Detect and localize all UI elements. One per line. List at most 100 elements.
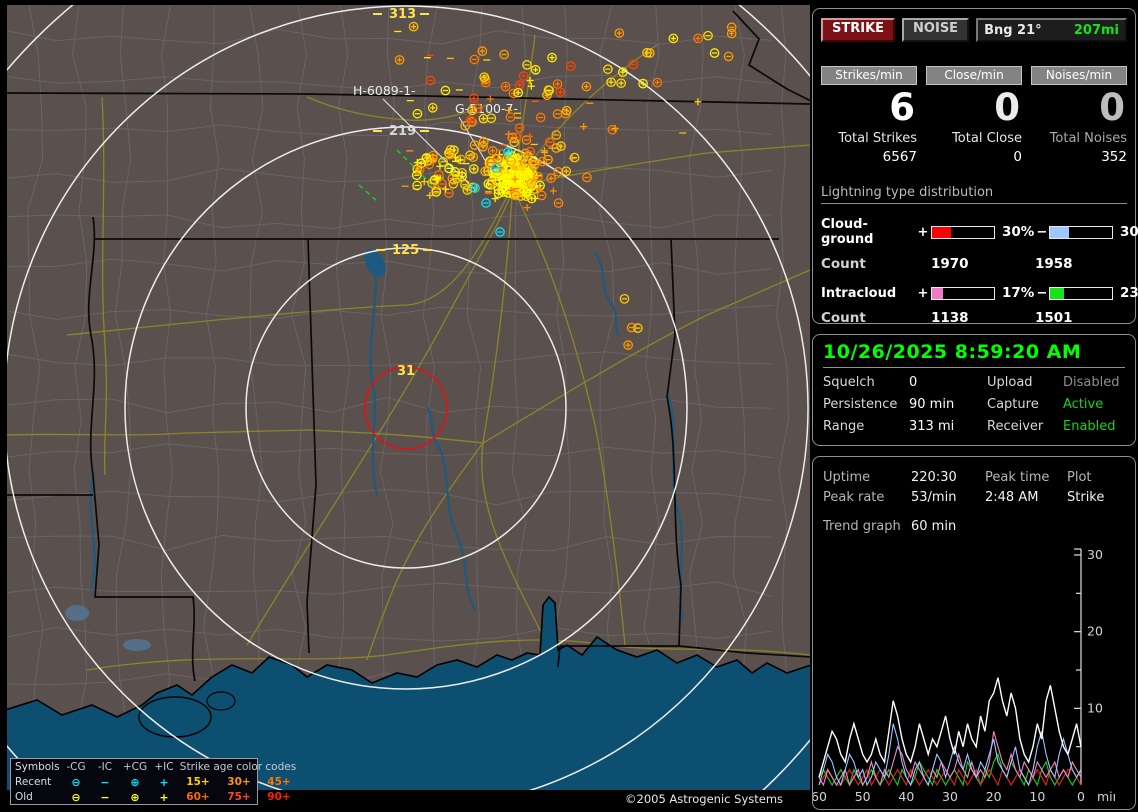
nexstorm-app: { "header": { "strike_label": "STRIKE", … <box>0 0 1138 812</box>
close-per-min-value: 0 <box>994 86 1020 129</box>
svg-text:125: 125 <box>392 243 419 258</box>
x-tick-label: 40 <box>898 789 914 804</box>
count-label: Count <box>821 310 866 326</box>
age-code: 60+ <box>186 791 210 803</box>
squelch-label: Squelch <box>823 375 875 390</box>
ic-neg-count: 1501 <box>1035 310 1073 326</box>
noise-button[interactable]: NOISE <box>902 18 970 42</box>
strikes-per-min-value: 6 <box>889 86 915 129</box>
map-canvas: 31321912531H-6089-1-G-5100-7- <box>0 0 930 812</box>
bearing-readout: Bng 21° 207mi <box>976 18 1127 42</box>
svg-text:219: 219 <box>389 124 416 139</box>
minus-sign: − <box>1036 224 1048 240</box>
session-row-1: Uptime 220:30 Peak time Plot <box>823 470 1125 485</box>
svg-text:H-6089-1-: H-6089-1- <box>353 83 416 98</box>
plus-sign: + <box>917 224 929 240</box>
peak-time-label: Peak time <box>985 470 1050 485</box>
intracloud-label: Intracloud <box>821 285 897 301</box>
range-label: Range <box>823 419 865 434</box>
plus-sign: + <box>917 285 929 301</box>
strike-symbol-glyph: + <box>159 791 169 804</box>
age-code: 75+ <box>227 791 251 803</box>
upload-label: Upload <box>987 375 1033 390</box>
strike-symbol-glyph: ⊖ <box>71 791 81 804</box>
uptime-value: 220:30 <box>911 470 957 485</box>
ic-neg-bar <box>1049 286 1113 300</box>
age-code: 15+ <box>186 776 210 788</box>
trend-panel: Uptime 220:30 Peak time Plot Peak rate 5… <box>812 456 1136 810</box>
legend-header-row: Symbols -CG -IC +CG +IC Strike age color… <box>15 760 296 775</box>
cg-neg-pct: 30% <box>1120 224 1138 240</box>
x-tick-label: 60 <box>813 789 827 804</box>
y-tick-label: 20 <box>1087 624 1103 639</box>
status-row-1: Squelch 0 Upload Disabled <box>823 375 1125 390</box>
count-label: Count <box>821 256 866 272</box>
session-row-2: Peak rate 53/min 2:48 AM Strike <box>823 490 1125 505</box>
distribution-title: Lightning type distribution <box>821 185 1127 204</box>
legend-col-ic-pos: +IC <box>154 761 174 773</box>
x-tick-label: 30 <box>942 789 958 804</box>
capture-label: Capture <box>987 397 1039 412</box>
peak-rate-value: 53/min <box>911 490 957 505</box>
cg-pos-bar <box>931 225 995 239</box>
x-tick-label: 10 <box>1029 789 1045 804</box>
trend-graph-label: Trend graph <box>823 519 901 534</box>
status-row-2: Persistence 90 min Capture Active <box>823 397 1125 412</box>
cloud-ground-row: Cloud-ground + 30% − 30% <box>821 217 1138 247</box>
trend-window-value: 60 min <box>911 519 957 534</box>
strike-button[interactable]: STRIKE <box>821 18 896 42</box>
trend-graph: 10 20 30 60 50 40 30 20 10 0 min <box>813 547 1115 804</box>
rate-counters: Strikes/min 6 Total Strikes 6567 Close/m… <box>821 66 1127 165</box>
receiver-label: Receiver <box>987 419 1044 434</box>
upload-value: Disabled <box>1063 375 1120 390</box>
y-axis <box>1074 548 1082 785</box>
mode-button-row: STRIKE NOISE Bng 21° 207mi <box>821 18 1127 42</box>
legend-symbols-title: Symbols <box>15 761 60 773</box>
legend-col-ic-neg: -IC <box>97 761 113 773</box>
strike-symbol-glyph: ⊖ <box>71 776 81 789</box>
strikes-counter-column: Strikes/min 6 Total Strikes 6567 <box>821 66 917 165</box>
peak-time-value: 2:48 AM <box>985 490 1039 505</box>
strike-symbol-glyph: ⊕ <box>130 776 140 789</box>
age-code: 45+ <box>267 776 291 788</box>
map-legend: Symbols -CG -IC +CG +IC Strike age color… <box>10 758 296 805</box>
svg-text:313: 313 <box>389 7 416 22</box>
x-tick-label: 50 <box>855 789 871 804</box>
total-noises-label: Total Noises <box>1049 131 1127 146</box>
uptime-label: Uptime <box>823 470 871 485</box>
strike-symbol-glyph: ⊕ <box>130 791 140 804</box>
counters-panel: STRIKE NOISE Bng 21° 207mi Strikes/min 6… <box>812 8 1138 326</box>
cg-pos-count: 1970 <box>931 256 969 272</box>
lake <box>65 605 89 621</box>
x-unit-label: min <box>1097 789 1115 804</box>
legend-old-row: Old ⊖ − ⊕ +60+ 75+ 90+ <box>15 790 291 805</box>
total-noises-value: 352 <box>1101 149 1127 165</box>
noises-per-min-chip: Noises/min <box>1031 66 1127 85</box>
range-value: 313 mi <box>909 419 955 434</box>
svg-text:31: 31 <box>397 364 415 379</box>
total-close-value: 0 <box>1013 149 1022 165</box>
lake <box>206 691 236 711</box>
peak-rate-label: Peak rate <box>823 490 885 505</box>
status-row-3: Range 313 mi Receiver Enabled <box>823 419 1125 434</box>
cg-neg-count: 1958 <box>1035 256 1073 272</box>
lightning-map: 313 219 125 31 H-6089-1- G-5100-7- <box>0 0 930 812</box>
ic-pos-pct: 17% <box>1002 285 1035 301</box>
intracloud-row: Intracloud + 17% − 23% <box>821 285 1138 301</box>
noises-per-min-value: 0 <box>1099 86 1125 129</box>
legend-recent-row: Recent ⊖ − ⊕ +15+ 30+ 45+ <box>15 775 291 790</box>
legend-age-title: Strike age color codes <box>179 761 297 773</box>
age-code: 90+ <box>267 791 291 803</box>
total-strikes-value: 6567 <box>882 149 917 165</box>
ic-pos-count: 1138 <box>931 310 969 326</box>
age-code: 30+ <box>227 776 251 788</box>
strike-symbol-glyph: + <box>159 776 169 789</box>
squelch-value: 0 <box>909 375 918 390</box>
minus-sign: − <box>1036 285 1048 301</box>
bearing-distance: 207mi <box>1073 22 1119 38</box>
plot-value: Strike <box>1067 490 1105 505</box>
persistence-label: Persistence <box>823 397 898 412</box>
close-per-min-chip: Close/min <box>926 66 1022 85</box>
x-tick-label: 0 <box>1077 789 1085 804</box>
ic-pos-bar <box>931 286 995 300</box>
